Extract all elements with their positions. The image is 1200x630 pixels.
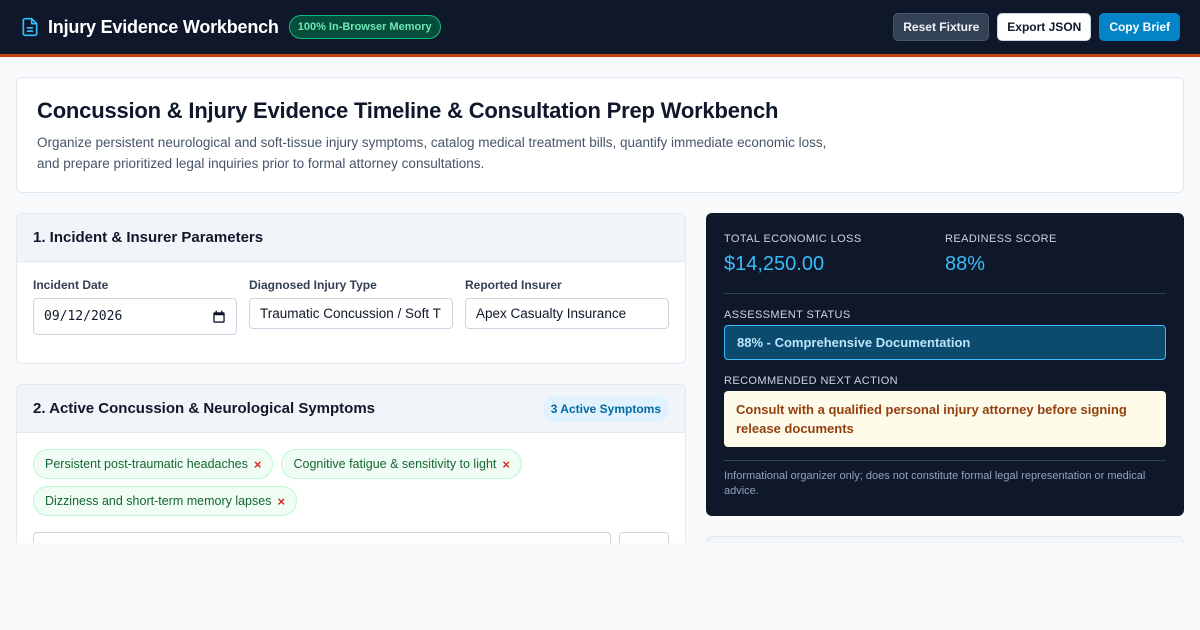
incident-date-value: 09/12/2026 [44, 309, 123, 324]
economic-loss-value: $14,250.00 [724, 253, 825, 275]
viewport-cutoff [0, 543, 1200, 630]
disclaimer-text: Informational organizer only; does not c… [724, 460, 1166, 499]
injury-type-label: Diagnosed Injury Type [249, 278, 377, 292]
top-bar: Injury Evidence Workbench 100% In-Browse… [0, 0, 1200, 57]
remove-symptom-icon[interactable]: × [277, 495, 285, 508]
readiness-label: READINESS SCORE [945, 233, 1057, 245]
incident-card-header: 1. Incident & Insurer Parameters [17, 214, 685, 262]
page-description: Organize persistent neurological and sof… [37, 135, 827, 171]
page-title: Concussion & Injury Evidence Timeline & … [37, 98, 779, 123]
incident-date-label: Incident Date [33, 278, 109, 292]
document-icon [22, 17, 38, 37]
incident-date-group: Incident Date 09/12/2026 [33, 278, 237, 335]
symptoms-heading: 2. Active Concussion & Neurological Symp… [33, 400, 376, 417]
calendar-icon[interactable] [212, 310, 226, 324]
insurer-group: Reported Insurer Apex Casualty Insurance [465, 278, 669, 335]
main-content: Concussion & Injury Evidence Timeline & … [0, 57, 1200, 604]
symptom-chip-label: Dizziness and short-term memory lapses [45, 494, 272, 508]
injury-type-input[interactable]: Traumatic Concussion / Soft T [249, 298, 453, 329]
readiness-value: 88% [945, 253, 986, 275]
brand: Injury Evidence Workbench 100% In-Browse… [20, 15, 441, 39]
top-actions: Reset Fixture Export JSON Copy Brief [893, 13, 1180, 41]
incident-card: 1. Incident & Insurer Parameters Inciden… [16, 213, 686, 364]
symptom-chip-list: Persistent post-traumatic headaches × Co… [17, 433, 685, 532]
economic-loss-label: TOTAL ECONOMIC LOSS [724, 233, 862, 245]
incident-date-input[interactable]: 09/12/2026 [33, 298, 237, 335]
next-action-box: Consult with a qualified personal injury… [724, 391, 1166, 447]
assessment-status-label: ASSESSMENT STATUS [724, 309, 851, 321]
summary-metrics: TOTAL ECONOMIC LOSS $14,250.00 READINESS… [724, 233, 1166, 294]
assessment-status-box: 88% - Comprehensive Documentation [724, 325, 1166, 360]
symptoms-card-header: 2. Active Concussion & Neurological Symp… [17, 385, 685, 433]
insurer-input[interactable]: Apex Casualty Insurance [465, 298, 669, 329]
symptom-count-badge: 3 Active Symptoms [542, 395, 669, 422]
readiness-metric: READINESS SCORE 88% [945, 233, 1166, 276]
memory-badge: 100% In-Browser Memory [288, 15, 441, 39]
incident-heading: 1. Incident & Insurer Parameters [33, 229, 264, 246]
incident-card-body: Incident Date 09/12/2026 Diagnosed Injur… [17, 262, 685, 363]
symptom-chip-label: Persistent post-traumatic headaches [45, 457, 248, 471]
hero-card: Concussion & Injury Evidence Timeline & … [16, 77, 1184, 193]
export-json-button[interactable]: Export JSON [997, 13, 1092, 41]
symptom-chip: Cognitive fatigue & sensitivity to light… [281, 449, 522, 479]
symptom-chip: Dizziness and short-term memory lapses × [33, 486, 298, 516]
next-action-label: RECOMMENDED NEXT ACTION [724, 375, 899, 387]
reset-fixture-button[interactable]: Reset Fixture [893, 13, 990, 41]
incident-fields: Incident Date 09/12/2026 Diagnosed Injur… [33, 278, 669, 335]
insurer-label: Reported Insurer [465, 278, 562, 292]
app-title: Injury Evidence Workbench [48, 16, 279, 37]
remove-symptom-icon[interactable]: × [502, 458, 510, 471]
summary-panel: TOTAL ECONOMIC LOSS $14,250.00 READINESS… [706, 213, 1184, 516]
copy-brief-button[interactable]: Copy Brief [1099, 13, 1180, 41]
remove-symptom-icon[interactable]: × [254, 458, 262, 471]
symptom-chip: Persistent post-traumatic headaches × [33, 449, 274, 479]
symptom-chip-label: Cognitive fatigue & sensitivity to light [293, 457, 497, 471]
injury-type-group: Diagnosed Injury Type Traumatic Concussi… [249, 278, 453, 335]
economic-loss-metric: TOTAL ECONOMIC LOSS $14,250.00 [724, 233, 945, 276]
